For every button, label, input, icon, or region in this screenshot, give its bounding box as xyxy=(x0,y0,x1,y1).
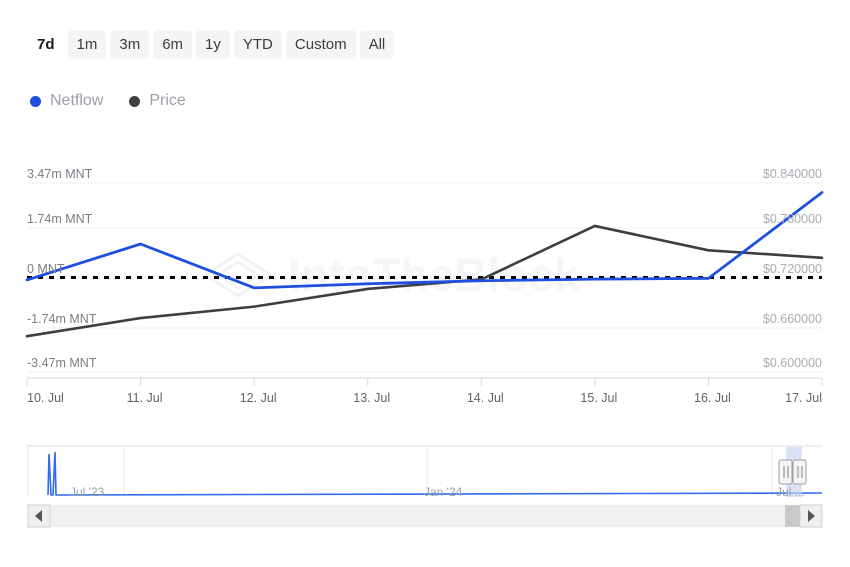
y-axis-label-right-4: $0.600000 xyxy=(763,356,822,370)
watermark-logo-icon xyxy=(205,254,271,296)
legend-label-netflow: Netflow xyxy=(50,92,103,110)
x-axis-label-2: 12. Jul xyxy=(240,391,277,405)
x-axis-label-5: 15. Jul xyxy=(580,391,617,405)
legend-dot-icon-price xyxy=(129,96,140,107)
y-axis-label-left-2: 0 MNT xyxy=(27,262,65,276)
watermark-text: IntoTheBlock xyxy=(288,249,580,301)
y-axis-label-right-0: $0.840000 xyxy=(763,167,822,181)
y-axis-label-left-0: 3.47m MNT xyxy=(27,167,93,181)
legend-item-price[interactable]: Price xyxy=(129,92,185,110)
chart-navigator[interactable]: Jul '23 Jan '24 Jul ... xyxy=(0,425,850,530)
legend-label-price: Price xyxy=(149,92,185,110)
range-button-1m[interactable]: 1m xyxy=(68,30,107,59)
range-button-custom[interactable]: Custom xyxy=(286,30,356,59)
chart-legend: Netflow Price xyxy=(30,92,186,110)
x-axis-labels: 10. Jul 11. Jul 12. Jul 13. Jul 14. Jul … xyxy=(27,391,822,405)
range-button-ytd[interactable]: YTD xyxy=(234,30,282,59)
y-axis-label-left-4: -3.47m MNT xyxy=(27,356,97,370)
y-axis-label-right-3: $0.660000 xyxy=(763,312,822,326)
navigator-handle-left[interactable] xyxy=(779,460,792,484)
x-axis-label-0: 10. Jul xyxy=(27,391,64,405)
navigator-handle-right[interactable] xyxy=(793,460,806,484)
range-button-7d[interactable]: 7d xyxy=(28,30,64,59)
main-chart[interactable]: IntoTheBlock 3.47m MNT 1.74m MNT 0 MNT -… xyxy=(0,150,850,420)
range-button-6m[interactable]: 6m xyxy=(153,30,192,59)
x-axis xyxy=(27,378,822,386)
range-button-3m[interactable]: 3m xyxy=(110,30,149,59)
y-axis-label-right-1: $0.780000 xyxy=(763,212,822,226)
navigator-label-2: Jul ... xyxy=(776,485,805,499)
x-axis-label-1: 11. Jul xyxy=(127,391,163,405)
chart-canvas: IntoTheBlock 3.47m MNT 1.74m MNT 0 MNT -… xyxy=(0,150,850,420)
legend-dot-icon-netflow xyxy=(30,96,41,107)
y-axis-label-left-3: -1.74m MNT xyxy=(27,312,97,326)
chart-page: 7d 1m 3m 6m 1y YTD Custom All Netflow Pr… xyxy=(0,0,850,567)
y-axis-left: 3.47m MNT 1.74m MNT 0 MNT -1.74m MNT -3.… xyxy=(27,167,97,370)
x-axis-label-4: 14. Jul xyxy=(467,391,504,405)
range-button-1y[interactable]: 1y xyxy=(196,30,230,59)
y-axis-label-right-2: $0.720000 xyxy=(763,262,822,276)
watermark: IntoTheBlock xyxy=(205,249,580,301)
y-axis-label-left-1: 1.74m MNT xyxy=(27,212,93,226)
x-axis-label-7: 17. Jul xyxy=(785,391,822,405)
scrollbar-left-arrow-button[interactable] xyxy=(28,505,50,527)
navigator-label-0: Jul '23 xyxy=(70,485,105,499)
navigator-label-1: Jan '24 xyxy=(424,485,463,499)
x-axis-label-3: 13. Jul xyxy=(353,391,390,405)
x-axis-label-6: 16. Jul xyxy=(694,391,731,405)
range-selector: 7d 1m 3m 6m 1y YTD Custom All xyxy=(28,30,394,59)
navigator-canvas: Jul '23 Jan '24 Jul ... xyxy=(0,425,850,530)
legend-item-netflow[interactable]: Netflow xyxy=(30,92,103,110)
scrollbar-track[interactable] xyxy=(28,505,822,527)
range-button-all[interactable]: All xyxy=(360,30,395,59)
scrollbar-right-arrow-button[interactable] xyxy=(800,505,822,527)
